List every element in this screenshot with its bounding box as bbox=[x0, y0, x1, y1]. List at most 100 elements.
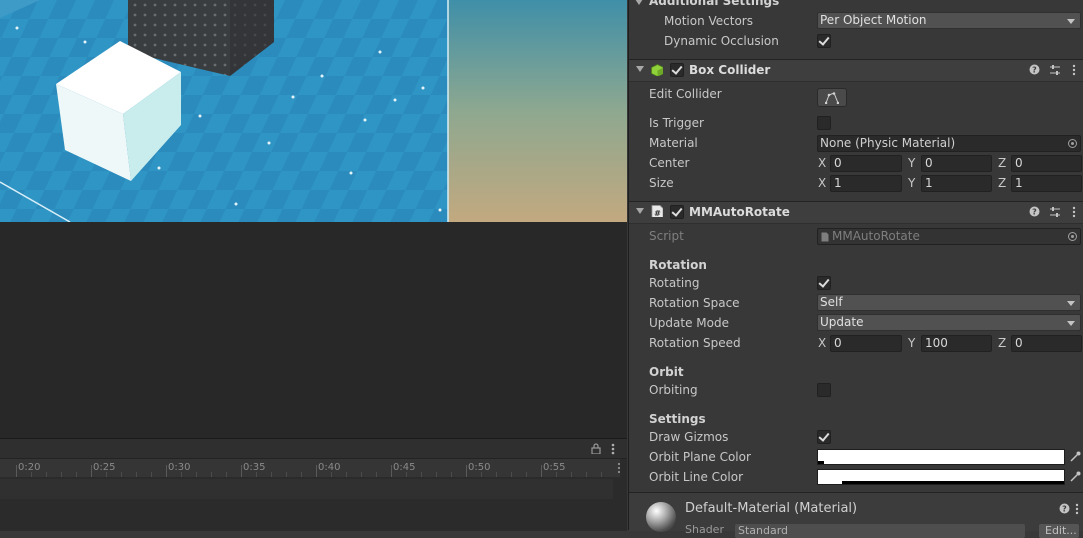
axis-z-label: Z bbox=[998, 176, 1007, 190]
shader-edit-label: Edit... bbox=[1045, 524, 1077, 537]
rotation-space-label: Rotation Space bbox=[649, 296, 740, 310]
auto-rotate-header[interactable]: # MMAutoRotate ? bbox=[629, 201, 1083, 224]
size-x-input[interactable]: 1 bbox=[830, 175, 902, 192]
timeline-track[interactable] bbox=[0, 479, 613, 499]
draw-gizmos-label: Draw Gizmos bbox=[649, 430, 729, 444]
more-menu-icon[interactable] bbox=[1072, 206, 1076, 218]
scene-render bbox=[0, 0, 627, 222]
tick-label: 0:45 bbox=[393, 462, 416, 473]
size-z-input[interactable]: 1 bbox=[1011, 175, 1082, 192]
foldout-arrow-icon[interactable] bbox=[636, 208, 644, 214]
motion-vectors-label: Motion Vectors bbox=[664, 14, 753, 28]
more-menu-icon[interactable] bbox=[1072, 64, 1076, 76]
tick-label: 0:40 bbox=[318, 462, 341, 473]
shader-dropdown[interactable]: Standard bbox=[735, 524, 1025, 538]
physic-material-field[interactable]: None (Physic Material) bbox=[817, 135, 1081, 152]
update-mode-value: Update bbox=[820, 315, 864, 329]
more-menu-icon[interactable] bbox=[611, 443, 615, 455]
axis-y-label: Y bbox=[908, 336, 916, 350]
motion-vectors-dropdown[interactable]: Per Object Motion bbox=[817, 12, 1081, 29]
axis-x-label: X bbox=[818, 156, 827, 170]
shader-value: Standard bbox=[738, 524, 789, 537]
foldout-arrow-icon[interactable] bbox=[635, 0, 643, 5]
scene-view[interactable] bbox=[0, 0, 627, 222]
script-label: Script bbox=[649, 229, 684, 243]
axis-z-label: Z bbox=[998, 336, 1007, 350]
additional-settings-header[interactable]: Additional Settings bbox=[649, 0, 779, 8]
help-icon[interactable]: ? bbox=[1029, 206, 1040, 217]
script-file-icon bbox=[821, 232, 829, 242]
eyedropper-icon[interactable] bbox=[1070, 451, 1081, 462]
orbit-line-color-label: Orbit Line Color bbox=[649, 470, 744, 484]
axis-x-label: X bbox=[818, 336, 827, 350]
script-icon: # bbox=[651, 205, 663, 217]
center-label: Center bbox=[649, 156, 690, 170]
orbiting-checkbox[interactable] bbox=[817, 383, 831, 397]
timeline-ruler[interactable]: 0:20 0:25 0:30 0:35 0:40 0:45 0:50 0:55 bbox=[0, 459, 621, 477]
rotation-header: Rotation bbox=[649, 258, 707, 272]
orbiting-label: Orbiting bbox=[649, 383, 698, 397]
orbit-plane-color-field[interactable] bbox=[817, 449, 1065, 465]
rotation-speed-y-input[interactable]: 100 bbox=[921, 335, 992, 352]
material-sphere-icon bbox=[646, 502, 676, 532]
script-value: MMAutoRotate bbox=[832, 229, 920, 243]
update-mode-dropdown[interactable]: Update bbox=[817, 314, 1081, 331]
tick-label: 0:35 bbox=[243, 462, 266, 473]
dynamic-occlusion-checkbox[interactable] bbox=[817, 34, 831, 48]
help-icon[interactable]: ? bbox=[1059, 503, 1070, 514]
edit-collider-icon bbox=[825, 92, 839, 104]
rotation-space-value: Self bbox=[820, 295, 843, 309]
size-y-input[interactable]: 1 bbox=[921, 175, 992, 192]
physic-material-value: None (Physic Material) bbox=[820, 136, 956, 150]
preset-icon[interactable] bbox=[1049, 206, 1061, 218]
box-collider-enabled-checkbox[interactable] bbox=[670, 63, 684, 77]
inspector-panel: Additional Settings Motion Vectors Per O… bbox=[628, 0, 1083, 538]
auto-rotate-enabled-checkbox[interactable] bbox=[670, 205, 684, 219]
center-y-input[interactable]: 0 bbox=[921, 155, 992, 172]
svg-text:?: ? bbox=[1032, 208, 1037, 217]
ruler-menu-icon[interactable] bbox=[617, 462, 621, 474]
center-z-input[interactable]: 0 bbox=[1011, 155, 1082, 172]
material-label: Material bbox=[649, 136, 698, 150]
tick-label: 0:25 bbox=[93, 462, 116, 473]
svg-text:#: # bbox=[654, 209, 661, 217]
edit-collider-button[interactable] bbox=[817, 88, 847, 107]
is-trigger-checkbox[interactable] bbox=[817, 116, 831, 130]
orbit-plane-color-label: Orbit Plane Color bbox=[649, 450, 751, 464]
script-field: MMAutoRotate bbox=[817, 228, 1081, 245]
object-picker-icon[interactable] bbox=[1068, 139, 1077, 148]
lock-icon[interactable] bbox=[591, 443, 601, 454]
svg-text:?: ? bbox=[1062, 505, 1067, 514]
tick-label: 0:50 bbox=[468, 462, 491, 473]
eyedropper-icon[interactable] bbox=[1070, 471, 1081, 482]
axis-x-label: X bbox=[818, 176, 827, 190]
preset-icon[interactable] bbox=[1049, 64, 1061, 76]
rotation-speed-x-input[interactable]: 0 bbox=[830, 335, 902, 352]
center-x-input[interactable]: 0 bbox=[830, 155, 902, 172]
material-section: Default-Material (Material) ? Shader Sta… bbox=[629, 492, 1083, 538]
material-title: Default-Material (Material) bbox=[685, 501, 858, 516]
foldout-arrow-icon[interactable] bbox=[636, 66, 644, 72]
rotating-label: Rotating bbox=[649, 276, 700, 290]
more-menu-icon[interactable] bbox=[1075, 503, 1079, 515]
svg-text:?: ? bbox=[1032, 66, 1037, 75]
dynamic-occlusion-label: Dynamic Occlusion bbox=[664, 34, 779, 48]
chevron-down-icon bbox=[1067, 19, 1075, 24]
draw-gizmos-checkbox[interactable] bbox=[817, 430, 831, 444]
shader-edit-button[interactable]: Edit... bbox=[1039, 524, 1079, 538]
box-collider-header[interactable]: Box Collider ? bbox=[629, 59, 1083, 82]
motion-vectors-value: Per Object Motion bbox=[820, 13, 927, 27]
help-icon[interactable]: ? bbox=[1029, 64, 1040, 75]
chevron-down-icon bbox=[1067, 321, 1075, 326]
rotating-checkbox[interactable] bbox=[817, 276, 831, 290]
edit-collider-label: Edit Collider bbox=[649, 87, 722, 101]
timeline-panel: 0:20 0:25 0:30 0:35 0:40 0:45 0:50 0:55 bbox=[0, 438, 627, 531]
rotation-space-dropdown[interactable]: Self bbox=[817, 294, 1081, 311]
box-collider-title: Box Collider bbox=[689, 63, 771, 77]
tick-label: 0:55 bbox=[543, 462, 566, 473]
game-view-panel bbox=[0, 222, 627, 438]
rotation-speed-z-input[interactable]: 0 bbox=[1011, 335, 1082, 352]
size-label: Size bbox=[649, 176, 674, 190]
rotation-speed-label: Rotation Speed bbox=[649, 336, 741, 350]
orbit-line-color-field[interactable] bbox=[817, 469, 1065, 485]
